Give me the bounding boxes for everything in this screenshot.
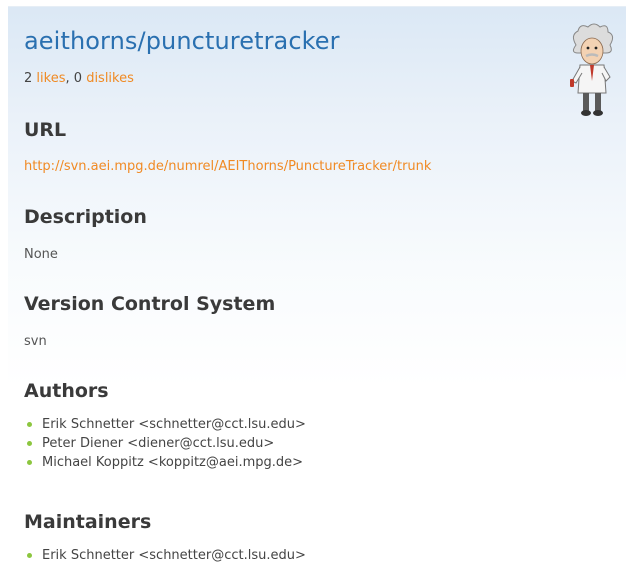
green-bullet-icon	[27, 422, 32, 427]
maintainers-list: Erik Schnetter <schnetter@cct.lsu.edu>	[24, 546, 306, 565]
author-item: Peter Diener <diener@cct.lsu.edu>	[24, 434, 306, 453]
url-value: http://svn.aei.mpg.de/numrel/AEIThorns/P…	[24, 159, 431, 174]
einstein-mascot-icon	[570, 23, 614, 116]
maintainer-text: Erik Schnetter <schnetter@cct.lsu.edu>	[42, 548, 306, 563]
url-heading: URL	[24, 119, 67, 141]
repo-title[interactable]: aeithorns/puncturetracker	[24, 27, 340, 55]
description-heading: Description	[24, 206, 147, 228]
maintainer-item: Erik Schnetter <schnetter@cct.lsu.edu>	[24, 546, 306, 565]
author-item: Michael Koppitz <koppitz@aei.mpg.de>	[24, 453, 306, 472]
repo-panel: aeithorns/puncturetracker 2 likes, 0 dis…	[8, 6, 626, 572]
authors-heading: Authors	[24, 380, 109, 402]
likes-link[interactable]: likes	[36, 71, 65, 86]
author-text: Michael Koppitz <koppitz@aei.mpg.de>	[42, 455, 304, 470]
dislikes-link[interactable]: dislikes	[86, 71, 134, 86]
likes-count: 2	[24, 71, 33, 86]
likes-line: 2 likes, 0 dislikes	[24, 71, 134, 86]
authors-list: Erik Schnetter <schnetter@cct.lsu.edu> P…	[24, 415, 306, 472]
likes-separator: ,	[65, 71, 70, 86]
green-bullet-icon	[27, 553, 32, 558]
description-value: None	[24, 247, 58, 262]
vcs-heading: Version Control System	[24, 293, 276, 315]
author-item: Erik Schnetter <schnetter@cct.lsu.edu>	[24, 415, 306, 434]
green-bullet-icon	[27, 460, 32, 465]
vcs-value: svn	[24, 334, 47, 349]
author-text: Erik Schnetter <schnetter@cct.lsu.edu>	[42, 417, 306, 432]
maintainers-heading: Maintainers	[24, 511, 152, 533]
repo-url-link[interactable]: http://svn.aei.mpg.de/numrel/AEIThorns/P…	[24, 159, 431, 174]
author-text: Peter Diener <diener@cct.lsu.edu>	[42, 436, 275, 451]
dislikes-count: 0	[73, 71, 83, 86]
green-bullet-icon	[27, 441, 32, 446]
